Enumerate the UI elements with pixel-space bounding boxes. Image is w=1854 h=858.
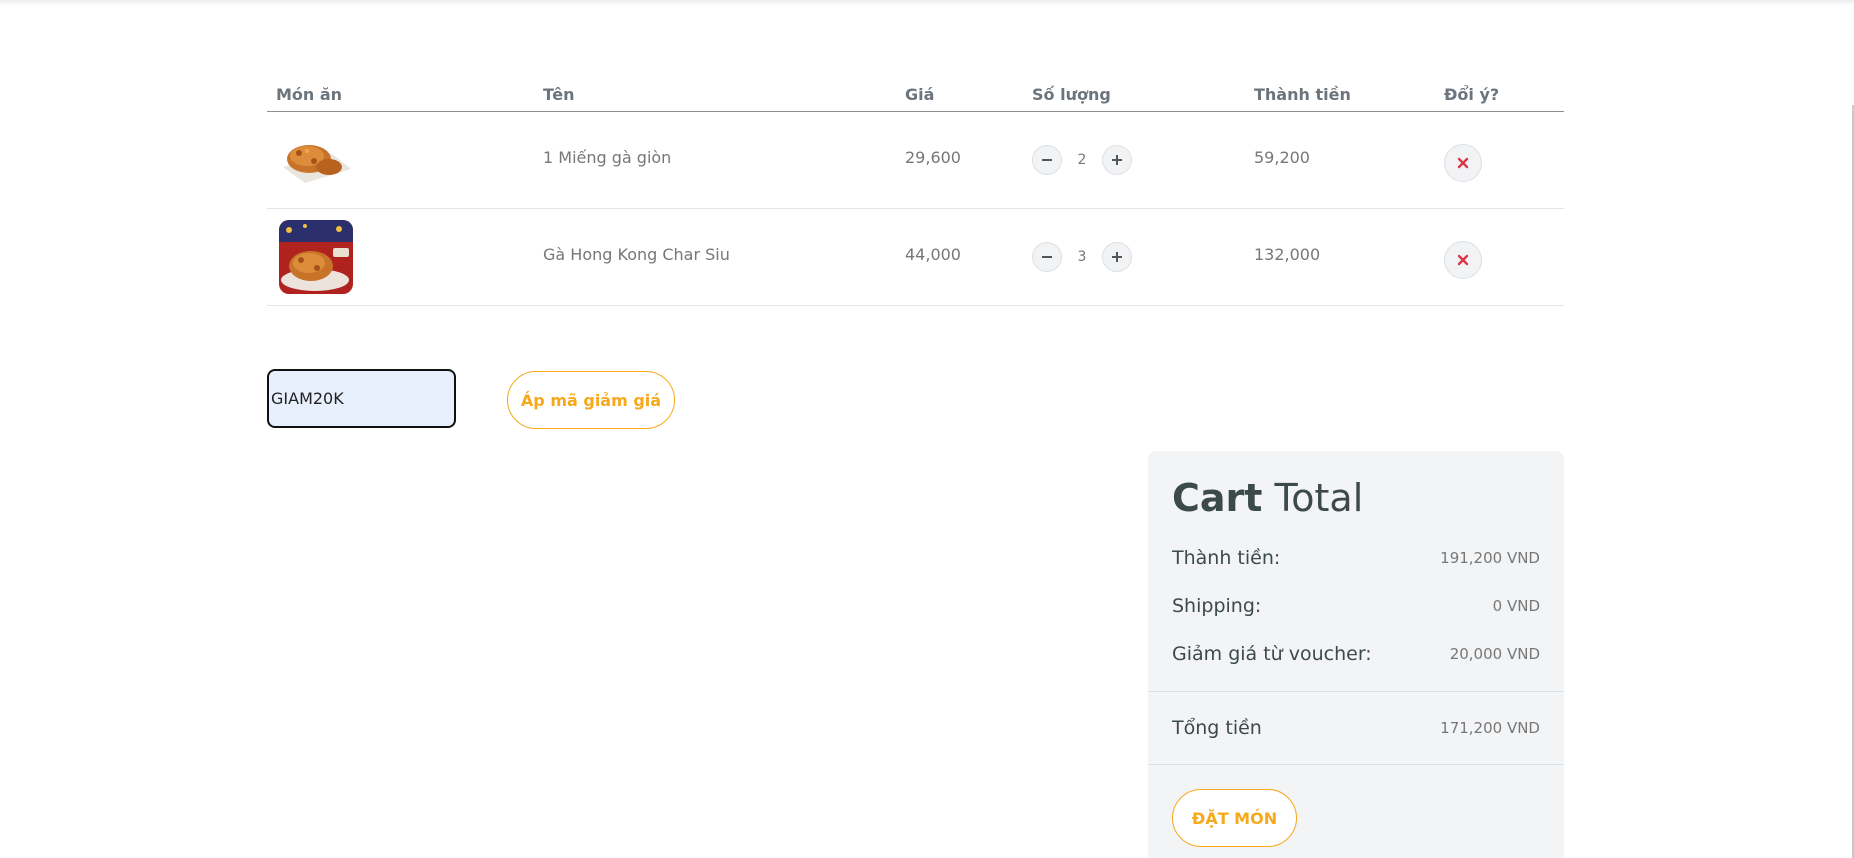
item-price: 44,000 [905, 244, 961, 264]
remove-item-button[interactable] [1444, 241, 1482, 279]
summary-divider [1148, 764, 1564, 765]
decrease-quantity-button[interactable] [1032, 145, 1062, 175]
header-quantity: Số lượng [1032, 85, 1111, 104]
food-image-cell [267, 123, 543, 197]
discount-value: 20,000 VND [1449, 645, 1540, 663]
header-remove: Đổi ý? [1444, 85, 1500, 104]
increase-quantity-button[interactable] [1102, 242, 1132, 272]
header-price: Giá [905, 85, 935, 104]
total-label: Tổng tiền [1172, 717, 1262, 739]
food-image [279, 123, 353, 197]
total-value: 171,200 VND [1440, 719, 1540, 737]
decrease-quantity-button[interactable] [1032, 242, 1062, 272]
header-shadow [0, 0, 1854, 6]
cart-total-panel: Cart Total Thành tiền: 191,200 VND Shipp… [1148, 451, 1564, 858]
table-header: Món ăn Tên Giá Số lượng Thành tiền Đổi ý… [267, 78, 1564, 112]
place-order-button[interactable]: ĐẶT MÓN [1172, 789, 1297, 847]
close-icon [1457, 157, 1469, 169]
item-price: 29,600 [905, 147, 961, 167]
quantity-value: 2 [1077, 152, 1087, 168]
item-name: 1 Miếng gà giòn [543, 147, 672, 167]
plus-icon [1112, 252, 1122, 262]
shipping-row: Shipping: 0 VND [1172, 595, 1540, 617]
food-image [279, 220, 353, 294]
quantity-stepper: 3 [1032, 242, 1254, 272]
cart-total-title-bold: Cart [1172, 476, 1263, 520]
plus-icon [1112, 155, 1122, 165]
minus-icon [1042, 159, 1052, 161]
header-name: Tên [543, 85, 575, 104]
remove-cell [1444, 141, 1564, 182]
minus-icon [1042, 256, 1052, 258]
remove-cell [1444, 238, 1564, 279]
subtotal-label: Thành tiền: [1172, 547, 1281, 569]
header-subtotal: Thành tiền [1254, 85, 1351, 104]
food-image-cell [267, 220, 543, 294]
total-row: Tổng tiền 171,200 VND [1172, 717, 1540, 739]
increase-quantity-button[interactable] [1102, 145, 1132, 175]
shipping-label: Shipping: [1172, 595, 1262, 617]
subtotal-row: Thành tiền: 191,200 VND [1172, 547, 1540, 569]
shipping-value: 0 VND [1492, 597, 1540, 615]
close-icon [1457, 254, 1469, 266]
item-name: Gà Hong Kong Char Siu [543, 244, 730, 264]
summary-divider [1148, 691, 1564, 692]
remove-item-button[interactable] [1444, 144, 1482, 182]
subtotal-value: 191,200 VND [1440, 549, 1540, 567]
header-image: Món ăn [276, 85, 343, 104]
quantity-stepper: 2 [1032, 145, 1254, 175]
item-subtotal: 132,000 [1254, 244, 1321, 264]
coupon-code-input[interactable] [267, 369, 456, 428]
item-subtotal: 59,200 [1254, 147, 1310, 167]
discount-row: Giảm giá từ voucher: 20,000 VND [1172, 643, 1540, 665]
quantity-value: 3 [1077, 249, 1087, 265]
table-row: Gà Hong Kong Char Siu 44,000 3 132,000 [267, 209, 1564, 306]
table-row: 1 Miếng gà giòn 29,600 2 59,200 [267, 112, 1564, 209]
apply-coupon-button[interactable]: Áp mã giảm giá [507, 371, 675, 429]
discount-label: Giảm giá từ voucher: [1172, 643, 1372, 665]
cart-total-title: Cart Total [1172, 476, 1363, 520]
cart-table: Món ăn Tên Giá Số lượng Thành tiền Đổi ý… [267, 78, 1564, 306]
cart-total-title-light: Total [1274, 476, 1364, 520]
